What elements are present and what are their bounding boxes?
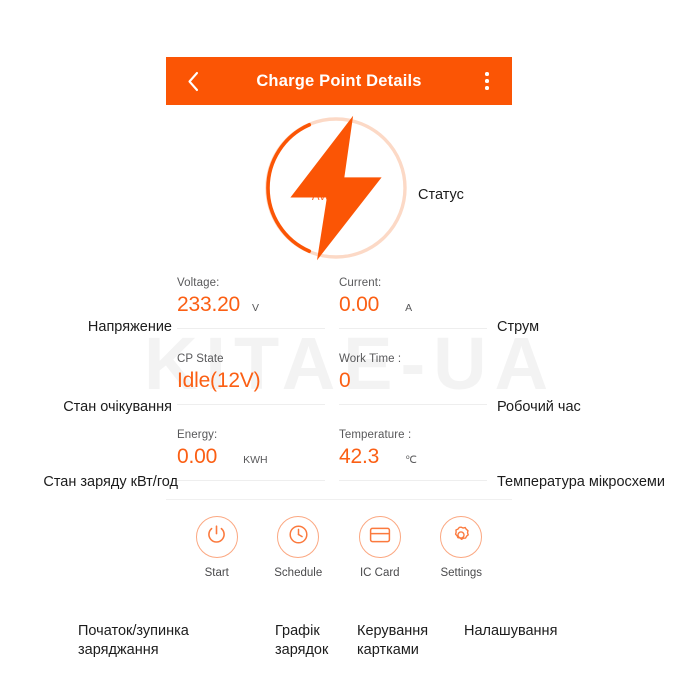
action-schedule-circle[interactable] [277, 516, 320, 558]
metric-value-row: 0.00 A [339, 294, 487, 329]
metric-label: Voltage: [177, 277, 220, 289]
back-button[interactable] [180, 57, 206, 105]
metric-label: Temperature : [339, 429, 412, 441]
annotation-ic-card: Керування картками [357, 623, 429, 658]
metric-value: 0.00 [339, 293, 380, 316]
chevron-left-icon [187, 71, 200, 92]
metric-value: 0 [339, 369, 351, 392]
metrics-row: Energy: 0.00 KWH Temperature : 42.3 ℃ [177, 425, 501, 481]
metrics-row: Voltage: 233.20 V Current: 0.00 A [177, 273, 501, 329]
action-start[interactable]: Start [176, 516, 258, 579]
annotation-temperature: Температура мікросхеми [497, 474, 665, 490]
action-settings[interactable]: Settings [421, 516, 503, 579]
annotation-cp-state: Стан очікування [63, 399, 172, 415]
metric-value: 233.20 [177, 293, 241, 316]
annotation-energy: Стан заряду кВт/год [43, 474, 178, 490]
menu-dot [485, 79, 489, 83]
metric-unit: KWH [243, 454, 268, 466]
action-ic-card[interactable]: IC Card [339, 516, 421, 579]
annotation-schedule: Графік зарядок [275, 623, 329, 658]
metric-value: 0.00 [177, 445, 218, 468]
action-label: IC Card [359, 567, 400, 579]
annotation-work-time: Робочий час [497, 399, 581, 415]
metrics-row: CP State Idle(12V) Work Time : 0 [177, 349, 501, 405]
metric-label: Energy: [177, 429, 218, 441]
row-spacer [177, 329, 501, 349]
credit-card-icon [369, 526, 391, 549]
metric-label: Work Time : [339, 353, 402, 365]
metric-label: CP State [177, 353, 224, 365]
metric-current: Current: 0.00 A [339, 273, 501, 329]
metric-voltage: Voltage: 233.20 V [177, 273, 339, 329]
metric-value: Idle(12V) [177, 369, 261, 392]
gear-icon [450, 524, 472, 551]
annotation-status: Статус [418, 187, 464, 203]
metric-unit: V [252, 302, 260, 314]
app-header: Charge Point Details [166, 57, 512, 105]
power-icon [206, 524, 227, 550]
metric-value-row: 42.3 ℃ [339, 446, 487, 481]
row-spacer [177, 405, 501, 425]
metric-value: 42.3 [339, 445, 380, 468]
metric-value-row: Idle(12V) [177, 370, 325, 405]
action-start-circle[interactable] [195, 516, 238, 558]
metric-label: Current: [339, 277, 382, 289]
metric-value-row: 233.20 V [177, 294, 325, 329]
action-bar: Start Schedule IC Card Settings [166, 500, 512, 579]
metric-value-row: 0 [339, 370, 487, 405]
metric-energy: Energy: 0.00 KWH [177, 425, 339, 481]
metric-temperature: Temperature : 42.3 ℃ [339, 425, 501, 481]
menu-dot [485, 86, 489, 90]
action-label: Settings [440, 567, 483, 579]
menu-dot [485, 72, 489, 76]
charge-point-details-screen: Charge Point Details Available [166, 57, 512, 579]
metrics-grid: Voltage: 233.20 V Current: 0.00 A CP Sta… [166, 273, 512, 481]
action-label: Start [204, 567, 229, 579]
action-schedule[interactable]: Schedule [258, 516, 340, 579]
annotation-current: Струм [497, 319, 540, 335]
page-title: Charge Point Details [256, 71, 422, 90]
status-ring[interactable]: Available [260, 112, 412, 264]
clock-icon [288, 524, 309, 550]
action-ic-card-circle[interactable] [358, 516, 401, 558]
metric-value-row: 0.00 KWH [177, 446, 325, 481]
metric-unit: ℃ [405, 454, 417, 466]
annotation-settings: Налашування [464, 623, 558, 639]
metric-unit: A [405, 302, 413, 314]
metric-cp-state: CP State Idle(12V) [177, 349, 339, 405]
annotation-start: Початок/зупинка заряджання [78, 623, 189, 658]
overflow-menu-icon[interactable] [478, 57, 496, 105]
action-settings-circle[interactable] [440, 516, 483, 558]
annotation-voltage: Напряжение [87, 319, 172, 335]
status-ring-content: Available [260, 112, 412, 264]
action-label: Schedule [274, 567, 323, 579]
metric-work-time: Work Time : 0 [339, 349, 501, 405]
